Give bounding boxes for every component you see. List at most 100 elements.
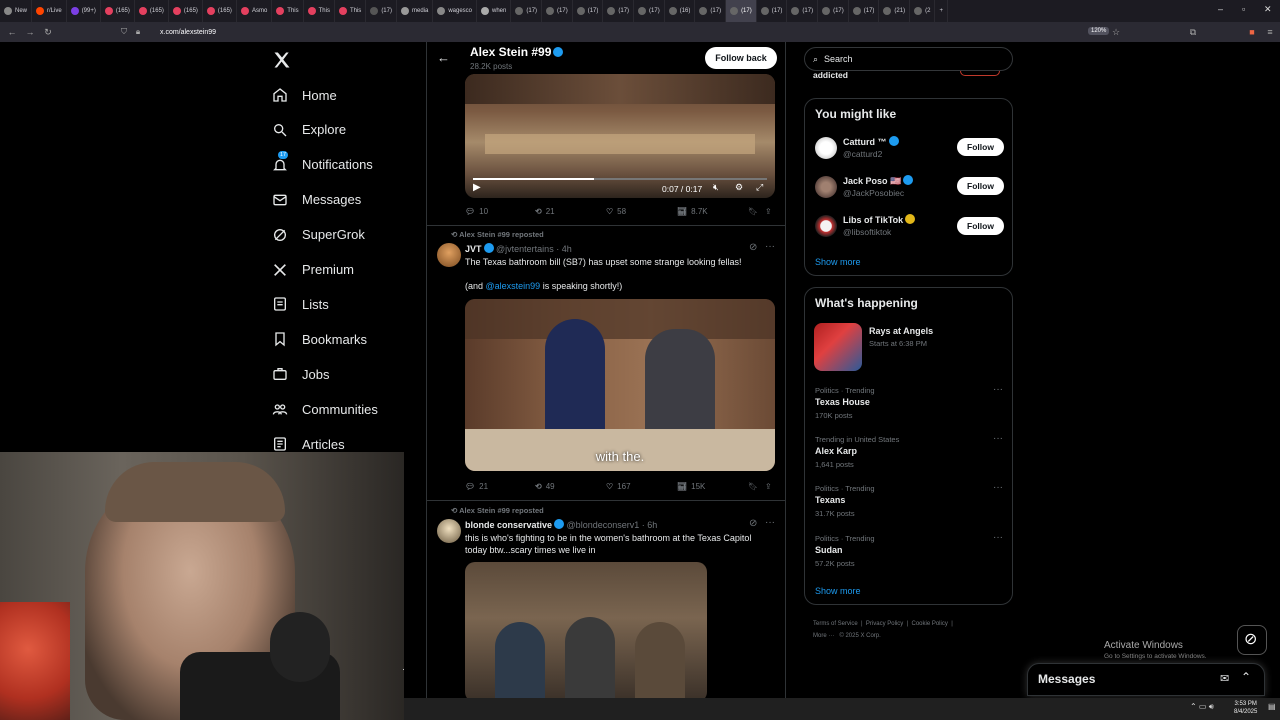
browser-tab[interactable]: (17)	[757, 0, 788, 22]
trend-name[interactable]: Texas House	[815, 397, 870, 407]
nav-item-bookmarks[interactable]: Bookmarks	[272, 331, 367, 347]
avatar[interactable]	[437, 243, 461, 267]
grok-icon[interactable]: ⊘	[749, 242, 757, 253]
share-icon[interactable]: ⇪	[765, 482, 772, 491]
extension-icon[interactable]: ⧉	[1185, 27, 1201, 38]
browser-tab[interactable]: This	[304, 0, 335, 22]
browser-tab[interactable]: when	[477, 0, 512, 22]
suggestion-name[interactable]: Catturd ™	[843, 136, 899, 147]
more-icon[interactable]: ···	[993, 433, 1003, 444]
bookmark-button[interactable]: 🔖︎	[748, 482, 758, 491]
zoom-level[interactable]: 120%	[1088, 27, 1110, 35]
truncated-button[interactable]	[960, 71, 1000, 76]
tweet-author[interactable]: blonde conservative @blondeconserv1 · 6h	[465, 519, 657, 530]
nav-item-jobs[interactable]: Jobs	[272, 366, 329, 382]
follow-button[interactable]: Follow	[957, 177, 1004, 195]
fullscreen-icon[interactable]: ⤢	[756, 182, 763, 193]
grok-button[interactable]: ⊘	[1237, 625, 1267, 655]
browser-tab[interactable]: New	[0, 0, 33, 22]
browser-tab[interactable]: (17)	[634, 0, 665, 22]
nav-item-messages[interactable]: Messages	[272, 192, 361, 208]
messages-dock[interactable]: Messages ✉ ⌃	[1027, 663, 1265, 696]
browser-tab[interactable]: (17)	[542, 0, 573, 22]
browser-tab[interactable]: (17)	[695, 0, 727, 22]
nav-item-articles[interactable]: Articles	[272, 436, 345, 452]
browser-tab[interactable]: (2	[910, 0, 936, 22]
browser-tab[interactable]: wagesco	[433, 0, 478, 22]
more-icon[interactable]: ···	[765, 517, 775, 528]
like-button[interactable]: ♡ 167	[606, 482, 631, 491]
terms-link[interactable]: Terms of Service	[813, 621, 858, 627]
mute-icon[interactable]: 🔇︎	[713, 182, 719, 193]
mention-link[interactable]: @alexstein99	[486, 281, 541, 291]
follow-back-button[interactable]: Follow back	[705, 47, 777, 69]
avatar[interactable]	[815, 215, 837, 237]
lock-icon[interactable]: 🔒︎	[130, 27, 146, 37]
close-window-icon[interactable]: ✕	[1264, 4, 1272, 15]
tweet-image[interactable]	[465, 562, 707, 700]
privacy-link[interactable]: Privacy Policy	[866, 621, 903, 627]
nav-item-lists[interactable]: Lists	[272, 296, 329, 312]
more-link[interactable]: More ···	[813, 633, 834, 639]
nav-item-communities[interactable]: Communities	[272, 401, 378, 417]
grok-icon[interactable]: ⊘	[749, 518, 757, 529]
browser-tab[interactable]: (165)	[169, 0, 203, 22]
browser-tab[interactable]: (17)	[787, 0, 819, 22]
avatar[interactable]	[815, 137, 837, 159]
trend-name[interactable]: Alex Karp	[815, 446, 857, 456]
nav-item-explore[interactable]: Explore	[272, 122, 346, 138]
browser-tab[interactable]: (16)	[665, 0, 696, 22]
browser-tab[interactable]: (17)	[573, 0, 604, 22]
tray-icons[interactable]: ⌃ ▭ 🔊︎	[1190, 702, 1214, 712]
nav-item-home[interactable]: Home	[272, 87, 337, 103]
browser-tab[interactable]: (17)	[726, 0, 757, 22]
show-more-link[interactable]: Show more	[815, 586, 861, 596]
reply-button[interactable]: 💬︎ 21	[465, 482, 488, 491]
browser-tab[interactable]: r/Live	[32, 0, 67, 22]
notification-center-icon[interactable]: ▤	[1268, 702, 1276, 711]
avatar[interactable]	[815, 176, 837, 198]
new-tab-button[interactable]: +	[935, 0, 948, 22]
repost-button[interactable]: ⟲ 21	[535, 207, 555, 216]
video-progress-bar[interactable]	[473, 178, 767, 180]
follow-button[interactable]: Follow	[957, 217, 1004, 235]
show-more-link[interactable]: Show more	[815, 257, 861, 267]
nav-item-notifications[interactable]: 17 Notifications	[272, 150, 373, 173]
browser-tab[interactable]: (165)	[101, 0, 135, 22]
nav-item-premium[interactable]: Premium	[272, 262, 354, 278]
browser-tab[interactable]: media	[397, 0, 434, 22]
clock[interactable]: 3:53 PM 8/4/2025	[1234, 700, 1257, 716]
more-icon[interactable]: ···	[993, 482, 1003, 493]
cookie-link[interactable]: Cookie Policy	[912, 621, 948, 627]
more-icon[interactable]: ···	[993, 384, 1003, 395]
avatar[interactable]	[437, 519, 461, 543]
repost-button[interactable]: ⟲ 49	[535, 482, 555, 491]
views-button[interactable]: 📊︎ 15K	[677, 482, 705, 491]
like-button[interactable]: ♡ 58	[606, 207, 626, 216]
play-icon[interactable]: ▶	[473, 182, 481, 193]
forward-icon[interactable]: →	[22, 27, 38, 37]
event-name[interactable]: Rays at Angels	[869, 326, 933, 336]
maximize-icon[interactable]: ▫	[1242, 4, 1245, 14]
url-field[interactable]: x.com/alexstein99	[160, 29, 216, 36]
tweet-video[interactable]: ▶ 0:07 / 0:17 🔇︎ ⚙ ⤢	[465, 74, 775, 198]
browser-tab[interactable]: (165)	[203, 0, 237, 22]
reply-button[interactable]: 💬︎ 10	[465, 207, 488, 216]
share-icon[interactable]: ⇪	[765, 207, 772, 216]
back-icon[interactable]: ←	[4, 27, 20, 37]
compose-message-icon[interactable]: ✉	[1220, 672, 1229, 685]
bookmark-star-icon[interactable]: ☆	[1108, 27, 1124, 38]
settings-icon[interactable]: ⚙	[735, 182, 743, 193]
browser-tab[interactable]: Asmo	[237, 0, 273, 22]
follow-button[interactable]: Follow	[957, 138, 1004, 156]
browser-tab[interactable]: (165)	[135, 0, 169, 22]
tweet-video[interactable]: with the.	[465, 299, 775, 471]
event-image[interactable]	[814, 323, 862, 371]
menu-icon[interactable]: ≡	[1262, 27, 1278, 37]
browser-tab[interactable]: This	[335, 0, 367, 22]
bookmark-button[interactable]: 🔖︎	[748, 207, 758, 216]
suggestion-name[interactable]: Libs of TikTok	[843, 214, 916, 225]
more-icon[interactable]: ···	[993, 532, 1003, 543]
views-button[interactable]: 📊︎ 8.7K	[677, 207, 708, 216]
browser-tab[interactable]: (21)	[879, 0, 911, 22]
